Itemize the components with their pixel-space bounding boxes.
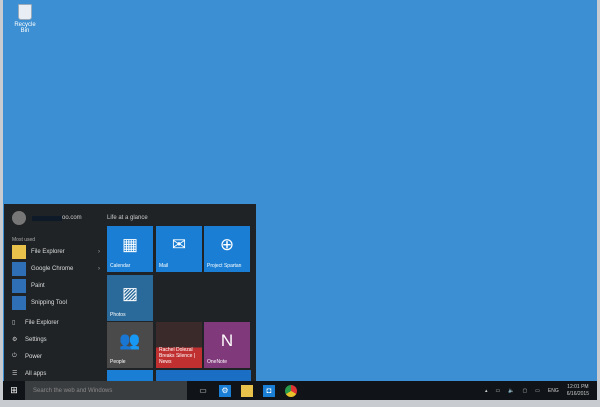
- chevron-right-icon[interactable]: ›: [98, 249, 100, 255]
- start-menu: oo.com Most used File Explorer › Google Ch…: [4, 204, 256, 381]
- tile[interactable]: ✉ Mail: [156, 226, 202, 272]
- redacted-name: [32, 215, 62, 221]
- app-label: Google Chrome: [31, 266, 74, 272]
- taskbar: ⊞ Search the web and Windows ▭ ⚙ ◘ ▴ ▭ 🔈…: [3, 381, 597, 400]
- system-item-icon: ⏻: [12, 353, 17, 359]
- tile-label: Mail: [159, 263, 169, 269]
- settings-app-icon[interactable]: ⚙: [219, 384, 231, 397]
- keyboard-icon[interactable]: ▭: [535, 388, 540, 394]
- system-item-icon: ▯: [12, 320, 16, 326]
- system-item-icon: ⚙: [12, 337, 18, 343]
- recycle-bin[interactable]: Recycle Bin: [11, 4, 39, 34]
- chevron-right-icon[interactable]: ›: [98, 266, 100, 272]
- show-hidden-icon[interactable]: ▴: [485, 388, 488, 394]
- app-icon: [12, 296, 26, 310]
- app-label: Paint: [31, 283, 45, 289]
- tile[interactable]: ▨ Photos: [107, 275, 153, 321]
- search-box[interactable]: Search the web and Windows: [25, 381, 187, 400]
- tile-icon: ▦: [121, 235, 139, 254]
- most-used-item[interactable]: File Explorer ›: [12, 245, 100, 259]
- task-view-icon[interactable]: ▭: [197, 385, 209, 397]
- tile-partial[interactable]: [107, 370, 153, 381]
- app-icon: [12, 245, 26, 259]
- tile[interactable]: 👥 People: [107, 322, 153, 368]
- recycle-bin-icon: [18, 4, 32, 20]
- time: 12:01 PM: [567, 383, 589, 390]
- network-icon[interactable]: ▭: [495, 388, 500, 394]
- most-used-item[interactable]: Snipping Tool: [12, 296, 100, 310]
- file-explorer-icon[interactable]: [241, 384, 253, 397]
- tile-partial-wide[interactable]: [156, 370, 251, 381]
- app-label: File Explorer: [31, 249, 65, 255]
- tile-icon: ⊕: [219, 235, 235, 254]
- date: 6/16/2015: [566, 390, 589, 397]
- tile-label: OneNote: [207, 359, 228, 365]
- system-item-label: All apps: [25, 370, 47, 377]
- user-account[interactable]: oo.com: [12, 211, 82, 225]
- app-label: Snipping Tool: [31, 300, 67, 306]
- tile-icon: ✉: [171, 235, 187, 254]
- tile-icon: 👥: [119, 331, 141, 350]
- system-item[interactable]: ⚙ Settings: [12, 336, 47, 344]
- system-item[interactable]: ▯ File Explorer: [12, 319, 59, 327]
- avatar: [12, 211, 26, 225]
- system-item-label: Power: [25, 353, 43, 360]
- recycle-bin-label: Recycle Bin: [14, 22, 36, 34]
- action-center-icon[interactable]: ▢: [522, 388, 527, 394]
- system-item[interactable]: ⏻ Power: [12, 353, 42, 360]
- most-used-item[interactable]: Paint: [12, 279, 100, 293]
- tile-label: Calendar: [110, 263, 131, 269]
- chrome-icon[interactable]: [285, 384, 297, 397]
- system-item-icon: ☰: [12, 371, 18, 377]
- tile-label: Project Spartan: [207, 263, 242, 269]
- app-icon: [12, 262, 26, 276]
- tiles-group-label: Life at a glance: [107, 215, 148, 221]
- start-button[interactable]: ⊞: [3, 385, 25, 396]
- tile-label: Rachel Dolezal Breaks Silence | News: [159, 347, 196, 365]
- tile[interactable]: N OneNote: [204, 322, 250, 368]
- system-item[interactable]: ☰ All apps: [12, 370, 47, 378]
- tile[interactable]: Rachel Dolezal Breaks Silence | News: [156, 322, 202, 368]
- most-used-item[interactable]: Google Chrome ›: [12, 262, 100, 276]
- user-email: oo.com: [62, 215, 82, 221]
- tile[interactable]: ⊕ Project Spartan: [204, 226, 250, 272]
- system-item-label: Settings: [25, 336, 47, 343]
- clock[interactable]: 12:01 PM 6/16/2015: [567, 384, 589, 398]
- tile[interactable]: ▦ Calendar: [107, 226, 153, 272]
- system-tray: ▴ ▭ 🔈 ▢ ▭ ENG 12:01 PM 6/16/2015: [485, 384, 597, 398]
- tile-label: Photos: [110, 312, 126, 318]
- tile-icon: ▨: [121, 284, 139, 303]
- tile-icon: N: [220, 331, 234, 350]
- app-icon: [12, 279, 26, 293]
- store-icon[interactable]: ◘: [263, 384, 275, 397]
- tile-label: People: [110, 359, 126, 365]
- most-used-label: Most used: [12, 237, 36, 243]
- language[interactable]: ENG: [548, 388, 559, 394]
- volume-icon[interactable]: 🔈: [508, 388, 514, 394]
- system-item-label: File Explorer: [25, 319, 59, 326]
